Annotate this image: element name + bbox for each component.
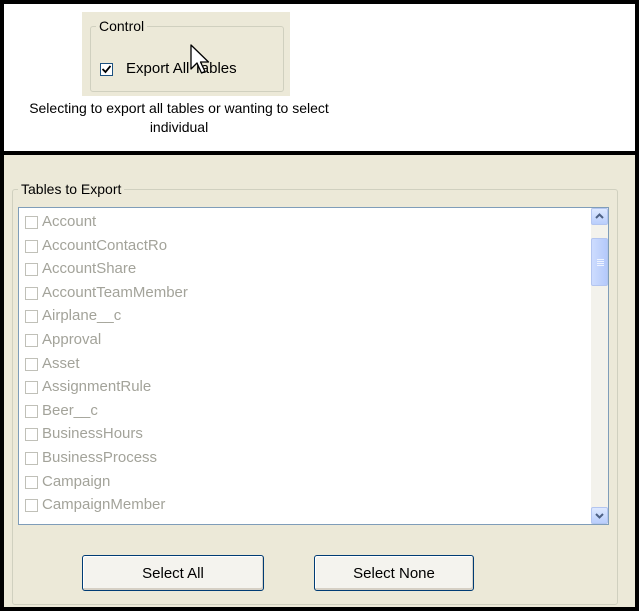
scroll-thumb[interactable] bbox=[591, 238, 608, 286]
table-list-item[interactable]: BusinessProcess bbox=[23, 448, 591, 472]
table-checkbox[interactable] bbox=[25, 357, 38, 371]
table-checkbox[interactable] bbox=[25, 263, 38, 277]
table-name: Asset bbox=[42, 354, 80, 372]
table-checkbox[interactable] bbox=[25, 381, 38, 395]
select-none-button[interactable]: Select None bbox=[314, 555, 474, 591]
table-name: BusinessProcess bbox=[42, 448, 158, 466]
table-name: CampaignMember bbox=[42, 496, 166, 514]
table-name: Approval bbox=[42, 330, 102, 348]
tables-list: Account AccountContactRo AccountShare Accou… bbox=[23, 212, 591, 519]
table-list-item[interactable]: Campaign bbox=[23, 472, 591, 496]
table-checkbox[interactable] bbox=[25, 239, 38, 253]
table-checkbox[interactable] bbox=[25, 310, 38, 324]
table-name: BusinessHours bbox=[42, 425, 143, 443]
table-checkbox[interactable] bbox=[25, 451, 38, 465]
table-list-item[interactable]: AssignmentRule bbox=[23, 377, 591, 401]
table-checkbox[interactable] bbox=[25, 475, 38, 489]
tables-group-title: Tables to Export bbox=[18, 181, 125, 197]
control-group-title: Control bbox=[96, 18, 148, 34]
select-all-button[interactable]: Select All bbox=[82, 555, 264, 591]
table-list-item[interactable]: AccountTeamMember bbox=[23, 283, 591, 307]
table-list-item[interactable]: AccountContactRo bbox=[23, 236, 591, 260]
table-list-item[interactable]: Beer__c bbox=[23, 401, 591, 425]
table-checkbox[interactable] bbox=[25, 428, 38, 442]
chevron-down-icon bbox=[595, 513, 604, 519]
table-list-item[interactable]: Account bbox=[23, 212, 591, 236]
table-list-item[interactable]: BusinessHours bbox=[23, 424, 591, 448]
table-name: Airplane__c bbox=[42, 307, 122, 325]
scroll-up-button[interactable] bbox=[591, 208, 608, 225]
table-checkbox[interactable] bbox=[25, 499, 38, 513]
table-name: AssignmentRule bbox=[42, 378, 152, 396]
chevron-up-icon bbox=[595, 213, 604, 219]
tables-listbox[interactable]: Account AccountContactRo AccountShare Accou… bbox=[18, 207, 609, 525]
table-name: AccountTeamMember bbox=[42, 283, 188, 301]
table-checkbox[interactable] bbox=[25, 216, 38, 229]
caption-text: Selecting to export all tables or wantin… bbox=[29, 100, 329, 135]
control-groupbox bbox=[90, 26, 284, 92]
table-checkbox[interactable] bbox=[25, 333, 38, 347]
export-all-checkbox[interactable] bbox=[100, 63, 113, 76]
table-name: Campaign bbox=[42, 472, 111, 490]
table-list-item[interactable]: Approval bbox=[23, 330, 591, 354]
tables-panel: Tables to Export Account AccountContactRo… bbox=[0, 151, 639, 611]
vertical-scrollbar[interactable] bbox=[591, 208, 608, 524]
table-list-item[interactable]: CampaignMember bbox=[23, 495, 591, 519]
table-list-item[interactable]: Asset bbox=[23, 354, 591, 378]
table-list-item[interactable]: AccountShare bbox=[23, 259, 591, 283]
table-checkbox[interactable] bbox=[25, 286, 38, 300]
control-area: Control Export All Tables bbox=[82, 12, 290, 96]
table-name: AccountShare bbox=[42, 260, 137, 278]
export-all-label[interactable]: Export All Tables bbox=[126, 60, 237, 77]
table-checkbox[interactable] bbox=[25, 404, 38, 418]
check-icon bbox=[102, 65, 111, 74]
scroll-down-button[interactable] bbox=[591, 507, 608, 524]
table-list-item[interactable]: Airplane__c bbox=[23, 306, 591, 330]
table-name: Account bbox=[42, 213, 97, 230]
mouse-pointer-icon bbox=[190, 44, 210, 74]
control-panel: Control Export All Tables Selecting to e… bbox=[0, 0, 639, 155]
table-name: AccountContactRo bbox=[42, 236, 168, 254]
table-name: Beer__c bbox=[42, 401, 98, 419]
